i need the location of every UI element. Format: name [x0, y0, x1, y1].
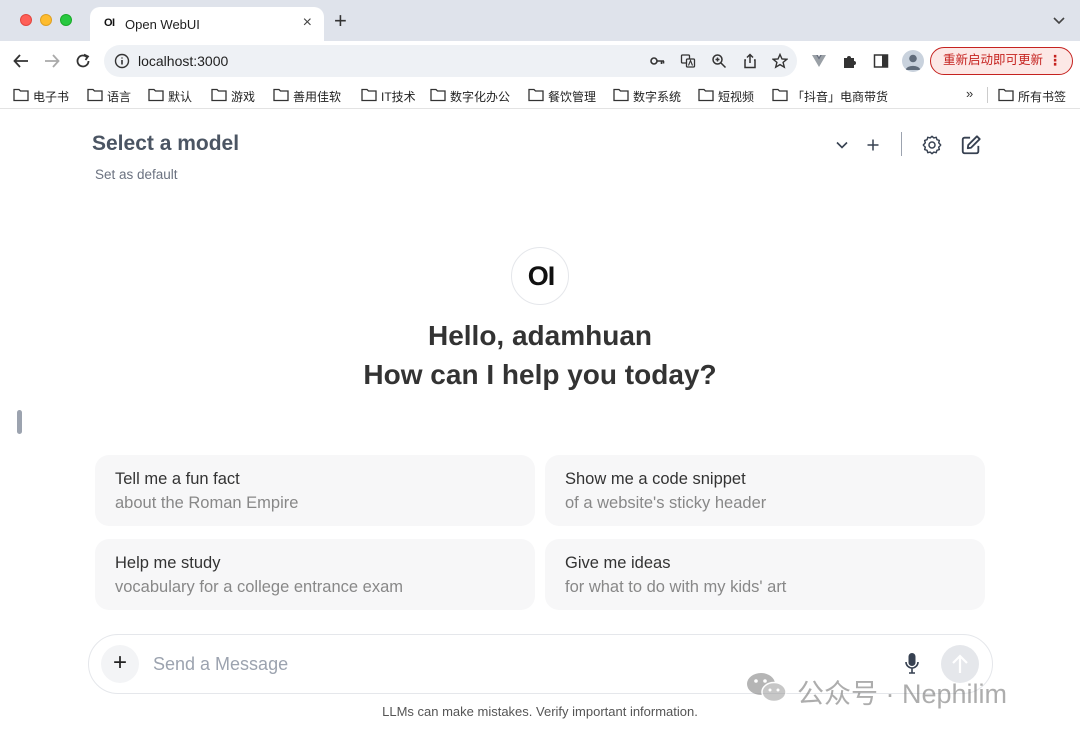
add-model-icon[interactable]: [866, 138, 880, 152]
suggestion-card[interactable]: Show me a code snippet of a website's st…: [545, 455, 985, 526]
gear-icon[interactable]: [921, 134, 943, 156]
suggestion-subtitle: about the Roman Empire: [115, 494, 299, 512]
tab-search-chevron-icon[interactable]: [1052, 13, 1066, 27]
suggestion-subtitle: vocabulary for a college entrance exam: [115, 578, 403, 596]
openwebui-logo: OI: [511, 247, 569, 305]
chevron-down-icon[interactable]: [835, 138, 849, 152]
tab-strip: OI Open WebUI × +: [0, 0, 1080, 41]
bookmark-star-icon[interactable]: [772, 53, 788, 69]
share-icon[interactable]: [742, 53, 758, 69]
set-default-link[interactable]: Set as default: [95, 167, 178, 182]
url-text[interactable]: localhost:3000: [138, 53, 228, 69]
site-info-icon[interactable]: [114, 53, 130, 69]
header-divider: [901, 132, 902, 156]
folder-icon: [87, 88, 103, 102]
help-heading: How can I help you today?: [363, 359, 717, 390]
folder-icon: [613, 88, 629, 102]
disclaimer-text: LLMs can make mistakes. Verify important…: [382, 704, 698, 719]
plus-icon: +: [112, 649, 127, 676]
favicon-icon: OI: [104, 17, 115, 29]
folder-icon: [772, 88, 788, 102]
side-panel-icon[interactable]: [873, 53, 889, 69]
bookmarks-divider: [987, 87, 988, 103]
attach-button[interactable]: +: [101, 645, 139, 683]
folder-icon: [148, 88, 164, 102]
tab-title: Open WebUI: [125, 17, 200, 32]
folder-icon: [528, 88, 544, 102]
suggestion-title: Tell me a fun fact: [115, 470, 240, 488]
close-window-button[interactable]: [20, 14, 32, 26]
new-tab-icon[interactable]: +: [334, 10, 347, 32]
folder-icon: [698, 88, 714, 102]
wechat-logo-icon: [747, 673, 787, 703]
suggestion-card[interactable]: Tell me a fun fact about the Roman Empir…: [95, 455, 535, 526]
browser-toolbar: localhost:3000 重新启动即可更新 ⋮: [0, 41, 1080, 81]
reload-icon[interactable]: [74, 52, 92, 70]
suggestion-subtitle: of a website's sticky header: [565, 494, 767, 512]
key-icon[interactable]: [649, 53, 665, 69]
sidebar-toggle-handle[interactable]: [17, 410, 22, 434]
folder-icon: [13, 88, 29, 102]
forward-icon[interactable]: [43, 52, 61, 70]
bookmarks-overflow-button[interactable]: »: [966, 86, 973, 101]
suggestion-title: Give me ideas: [565, 554, 671, 572]
zoom-icon[interactable]: [711, 53, 727, 69]
folder-icon: [998, 88, 1014, 102]
folder-icon: [430, 88, 446, 102]
folder-icon: [211, 88, 227, 102]
greeting-heading: Hello, adamhuan: [427, 320, 653, 351]
logo-text: OI: [527, 261, 556, 291]
tab-close-icon[interactable]: ×: [303, 14, 312, 32]
folder-icon: [273, 88, 289, 102]
suggestion-title: Help me study: [115, 554, 221, 572]
relaunch-update-button[interactable]: 重新启动即可更新 ⋮: [930, 47, 1073, 75]
more-vert-icon: ⋮: [1048, 52, 1062, 68]
new-chat-edit-icon[interactable]: [960, 134, 982, 156]
suggestion-title: Show me a code snippet: [565, 470, 746, 488]
suggestion-card[interactable]: Help me study vocabulary for a college e…: [95, 539, 535, 610]
extensions-puzzle-icon[interactable]: [842, 53, 858, 69]
update-button-label: 重新启动即可更新: [943, 53, 1044, 67]
model-selector[interactable]: Select a model: [92, 132, 239, 156]
minimize-window-button[interactable]: [40, 14, 52, 26]
address-bar[interactable]: localhost:3000: [104, 45, 797, 77]
bookmarks-bar: 电子书 语言 默认 游戏 善用佳软 IT技术 数字化办公 餐饮管理 数字系统 短…: [0, 81, 1080, 109]
profile-avatar[interactable]: [902, 50, 924, 72]
folder-icon: [361, 88, 377, 102]
translate-icon[interactable]: [680, 53, 696, 69]
suggestion-subtitle: for what to do with my kids' art: [565, 578, 787, 596]
chat-page: Select a model Set as default OI Hello, …: [0, 110, 1080, 731]
vue-devtools-icon[interactable]: [811, 53, 827, 69]
back-icon[interactable]: [12, 52, 30, 70]
suggestion-card[interactable]: Give me ideas for what to do with my kid…: [545, 539, 985, 610]
browser-tab[interactable]: OI Open WebUI ×: [90, 7, 324, 41]
zoom-window-button[interactable]: [60, 14, 72, 26]
